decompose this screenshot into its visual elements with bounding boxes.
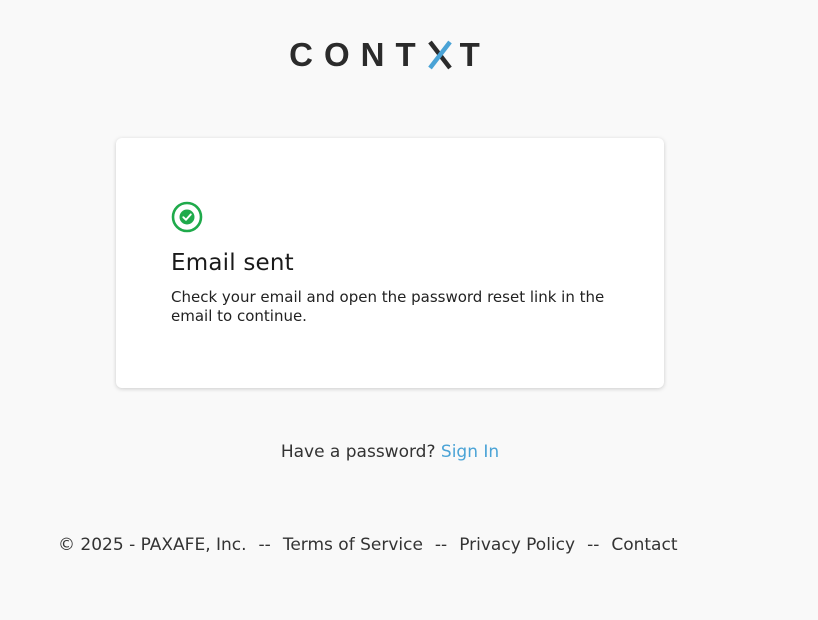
check-circle-icon: [171, 201, 203, 233]
logo-accent-x: X: [427, 38, 460, 72]
contxt-logo: CONTXT: [0, 38, 780, 72]
card-title: Email sent: [171, 250, 294, 276]
privacy-policy-link[interactable]: Privacy Policy: [459, 535, 575, 555]
contact-link[interactable]: Contact: [611, 535, 677, 555]
footer-separator: --: [434, 535, 448, 555]
footer-copyright: © 2025 - PAXAFE, Inc.: [58, 535, 247, 555]
footer: © 2025 - PAXAFE, Inc. -- Terms of Service -…: [58, 535, 677, 555]
signin-row: Have a password? Sign In: [0, 442, 780, 462]
logo-x-mark: [427, 40, 452, 70]
email-sent-card: Email sent Check your email and open the…: [116, 138, 664, 388]
card-message: Check your email and open the password r…: [171, 288, 605, 325]
sign-in-link[interactable]: Sign In: [441, 442, 499, 462]
page: CONTXT Email sent Check your email and o…: [0, 0, 818, 620]
logo-text-start: CONT: [289, 36, 427, 73]
signin-prompt: Have a password?: [280, 442, 436, 462]
footer-separator: --: [258, 535, 271, 555]
terms-of-service-link[interactable]: Terms of Service: [283, 535, 423, 555]
footer-separator: --: [587, 535, 600, 555]
logo-text-end: T: [459, 36, 491, 73]
